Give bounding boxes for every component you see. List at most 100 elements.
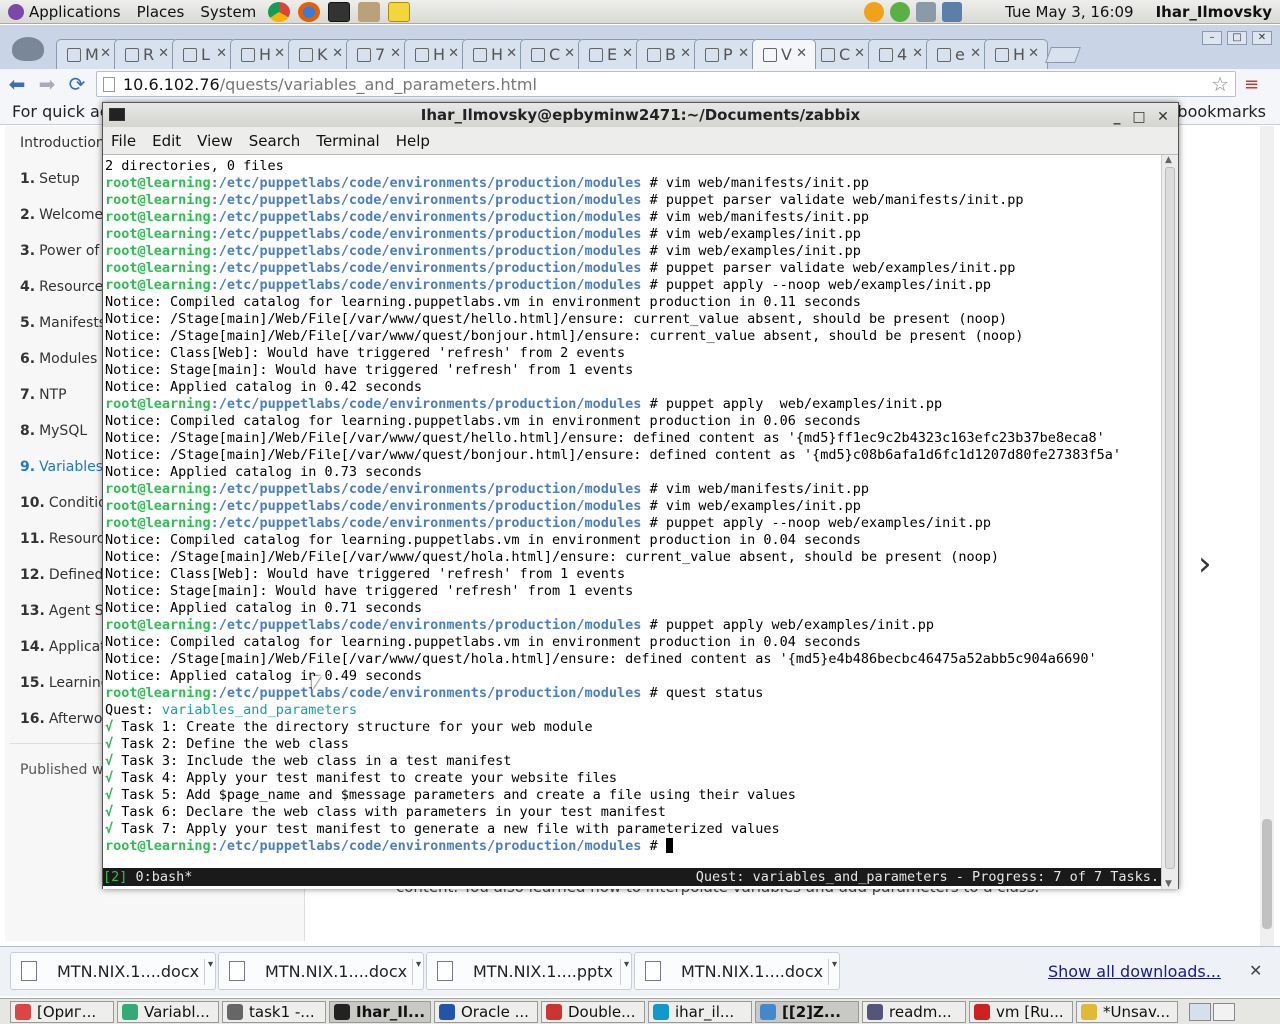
- tab-close-icon[interactable]: ✕: [158, 46, 169, 61]
- scroll-up-icon[interactable]: ▲: [1165, 155, 1172, 165]
- chrome-icon[interactable]: [268, 1, 291, 22]
- minimize-icon[interactable]: _: [1107, 105, 1127, 129]
- browser-tab[interactable]: V ✕: [752, 39, 816, 69]
- close-icon[interactable]: ✕: [1252, 31, 1272, 45]
- published-with[interactable]: Published wi: [20, 762, 107, 778]
- toc-item[interactable]: 14. Applicati: [20, 639, 110, 675]
- page-scrollbar[interactable]: [1260, 126, 1274, 946]
- toc-item[interactable]: 9. Variables: [20, 459, 103, 495]
- file-manager-icon[interactable]: [358, 1, 381, 22]
- taskbar-button[interactable]: vm [Ru...: [969, 1000, 1073, 1023]
- taskbar-button[interactable]: *Unsav...: [1076, 1000, 1178, 1023]
- tab-close-icon[interactable]: ✕: [216, 46, 227, 61]
- toc-item[interactable]: 6. Modules: [20, 351, 97, 387]
- download-menu-arrow-icon[interactable]: ▾: [619, 959, 629, 985]
- tab-close-icon[interactable]: ✕: [390, 46, 401, 61]
- new-tab-button[interactable]: [1045, 47, 1081, 63]
- menu-file[interactable]: File: [103, 132, 144, 150]
- toc-item[interactable]: 5. Manifests: [20, 315, 106, 351]
- tab-close-icon[interactable]: ✕: [332, 46, 343, 61]
- browser-tab[interactable]: H ✕: [462, 39, 526, 69]
- tab-close-icon[interactable]: ✕: [970, 46, 981, 61]
- toc-item[interactable]: 11. Resourc: [20, 531, 104, 567]
- close-download-shelf-icon[interactable]: ✕: [1249, 961, 1262, 980]
- browser-tab[interactable]: H ✕: [404, 39, 468, 69]
- download-item[interactable]: MTN.NIX.1....pptx ▾: [426, 952, 632, 990]
- scroll-down-icon[interactable]: ▼: [1165, 879, 1172, 889]
- tab-close-icon[interactable]: ✕: [854, 46, 865, 61]
- tab-close-icon[interactable]: ✕: [622, 46, 633, 61]
- terminal-titlebar[interactable]: Ihar_Ilmovsky@epbyminw2471:~/Documents/z…: [103, 103, 1178, 127]
- browser-tab[interactable]: H ✕: [230, 39, 294, 69]
- reload-icon[interactable]: ⟳: [64, 71, 90, 97]
- bookmark-star-icon[interactable]: ☆: [1211, 72, 1229, 96]
- browser-tab[interactable]: M ✕: [56, 39, 120, 69]
- terminal-scrollbar[interactable]: ▲ ▼: [1161, 155, 1178, 889]
- minimize-icon[interactable]: –: [1202, 31, 1222, 45]
- toc-item[interactable]: 7. NTP: [20, 387, 67, 423]
- close-icon[interactable]: ✕: [1153, 105, 1173, 129]
- tab-close-icon[interactable]: ✕: [738, 46, 749, 61]
- tab-close-icon[interactable]: ✕: [796, 46, 807, 61]
- toc-item[interactable]: 1. Setup: [20, 171, 80, 207]
- toc-item[interactable]: 2. Welcome: [20, 207, 103, 243]
- download-item[interactable]: MTN.NIX.1....docx ▾: [10, 952, 216, 990]
- browser-tab[interactable]: H ✕: [984, 39, 1048, 69]
- toc-item[interactable]: 12. Defined r: [20, 567, 114, 603]
- browser-tab[interactable]: C ✕: [810, 39, 874, 69]
- maximize-icon[interactable]: □: [1227, 31, 1247, 45]
- taskbar-button[interactable]: ihar_il...: [648, 1000, 752, 1023]
- user-menu[interactable]: Ihar_Ilmovsky: [1156, 3, 1272, 21]
- tab-close-icon[interactable]: ✕: [912, 46, 923, 61]
- toc-item[interactable]: 16. Afterwor: [20, 711, 108, 747]
- maximize-icon[interactable]: □: [1129, 105, 1149, 129]
- back-arrow-icon[interactable]: ⬅: [4, 71, 30, 97]
- menu-terminal[interactable]: Terminal: [308, 132, 387, 150]
- menu-search[interactable]: Search: [241, 132, 309, 150]
- browser-tab[interactable]: B ✕: [636, 39, 700, 69]
- toc-introduction[interactable]: Introduction: [20, 135, 105, 151]
- chrome-menu-icon[interactable]: ≡: [1244, 74, 1259, 95]
- taskbar-button[interactable]: Double...: [541, 1000, 645, 1023]
- chat-icon[interactable]: [890, 1, 911, 22]
- workspace-1[interactable]: [1189, 1002, 1211, 1021]
- menu-view[interactable]: View: [189, 132, 241, 150]
- tab-close-icon[interactable]: ✕: [274, 46, 285, 61]
- toc-item[interactable]: 13. Agent Se: [20, 603, 112, 639]
- browser-tab[interactable]: R ✕: [114, 39, 178, 69]
- firefox-icon[interactable]: [298, 1, 321, 22]
- tab-close-icon[interactable]: ✕: [564, 46, 575, 61]
- tab-close-icon[interactable]: ✕: [1028, 46, 1039, 61]
- browser-tab[interactable]: P ✕: [694, 39, 758, 69]
- download-item[interactable]: MTN.NIX.1....docx ▾: [634, 952, 840, 990]
- browser-tab[interactable]: K ✕: [288, 39, 352, 69]
- show-all-downloads-link[interactable]: Show all downloads...: [1048, 962, 1221, 981]
- taskbar-button[interactable]: [Ориг...: [10, 1000, 114, 1023]
- taskbar-button[interactable]: Variabl...: [117, 1000, 219, 1023]
- download-menu-arrow-icon[interactable]: ▾: [203, 959, 213, 985]
- tab-close-icon[interactable]: ✕: [506, 46, 517, 61]
- other-bookmarks[interactable]: bookmarks: [1177, 99, 1266, 125]
- tab-close-icon[interactable]: ✕: [448, 46, 459, 61]
- taskbar-button[interactable]: Oracle ...: [434, 1000, 538, 1023]
- tab-close-icon[interactable]: ✕: [680, 46, 691, 61]
- clock[interactable]: Tue May 3, 16:09: [1005, 3, 1133, 21]
- forward-arrow-icon[interactable]: ➡: [34, 71, 60, 97]
- toc-item[interactable]: 8. MySQL: [20, 423, 87, 459]
- taskbar-button[interactable]: task1 -...: [222, 1000, 326, 1023]
- download-item[interactable]: MTN.NIX.1....docx ▾: [218, 952, 424, 990]
- terminal-scroll-thumb[interactable]: [1165, 167, 1175, 869]
- menu-help[interactable]: Help: [388, 132, 438, 150]
- taskbar-button[interactable]: Ihar_Il...: [329, 1000, 431, 1023]
- notes-icon[interactable]: [388, 1, 411, 22]
- tab-close-icon[interactable]: ✕: [100, 46, 111, 61]
- volume-icon[interactable]: [916, 1, 937, 22]
- places-menu[interactable]: Places: [129, 3, 193, 21]
- toc-item[interactable]: 4. Resource: [20, 279, 103, 315]
- browser-tab[interactable]: C ✕: [520, 39, 584, 69]
- taskbar-button[interactable]: readm...: [862, 1000, 966, 1023]
- system-menu[interactable]: System: [192, 3, 264, 21]
- download-menu-arrow-icon[interactable]: ▾: [411, 959, 421, 985]
- toc-item[interactable]: 15. Learning: [20, 675, 110, 711]
- menu-edit[interactable]: Edit: [144, 132, 189, 150]
